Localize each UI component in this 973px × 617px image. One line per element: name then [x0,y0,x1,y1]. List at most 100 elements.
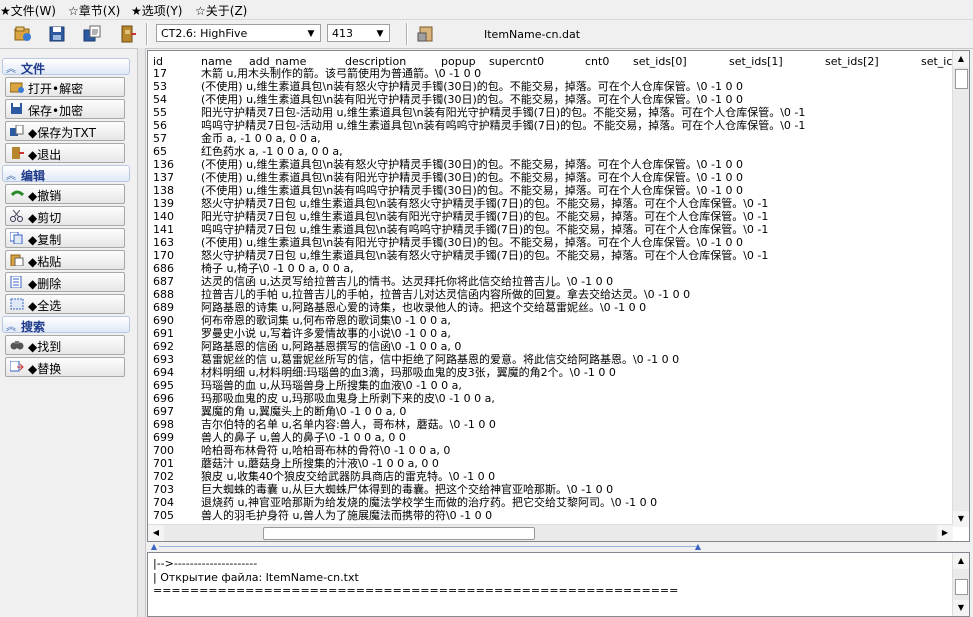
version-select-value: CT2.6: HighFive [161,27,248,40]
text-editor[interactable]: id name add_name description popup super… [147,50,970,542]
editor-horizontal-scrollbar[interactable]: ◀ ▶ [148,524,953,541]
scroll-down-icon[interactable]: ▼ [953,511,969,527]
replace-label: ◆替换 [28,362,62,376]
row-text: 怒火守护精灵7日包 u,维生素道具包\n装有怒火守护精灵手镯(7日)的包。不能交… [201,197,769,210]
table-row[interactable]: 138 (不使用) u,维生素道具包\n装有呜呜守护精灵手镯(30日)的包。不能交… [153,184,953,197]
table-row[interactable]: 57 金币 a, -1 0 0 a, 0 0 a, [153,132,953,145]
table-row[interactable]: 694 材料明细 u,材料明细:玛瑙兽的血3滴，玛那吸血鬼的皮3张，翼魔的角2个。… [153,366,953,379]
delete-button[interactable]: ◆删除 [5,272,125,292]
row-text: (不使用) u,维生素道具包\n装有怒火守护精灵手镯(30日)的包。不能交易，掉… [201,80,743,93]
number-select[interactable]: 413 ▼ [327,24,390,42]
table-row[interactable]: 136 (不使用) u,维生素道具包\n装有怒火守护精灵手镯(30日)的包。不能交… [153,158,953,171]
table-row[interactable]: 170 怒火守护精灵7日包 u,维生素道具包\n装有怒火守护精灵手镯(7日)的包。… [153,249,953,262]
row-id: 53 [153,80,167,93]
editor-vertical-scrollbar[interactable]: ▲ ▼ [952,51,969,527]
open-icon[interactable] [13,24,33,44]
chevron-up-icon: ︽ [6,171,16,182]
menu-chapter[interactable]: ☆章节(X) [68,2,120,19]
row-text: (不使用) u,维生素道具包\n装有阳光守护精灵手镯(30日)的包。不能交易，掉… [201,171,743,184]
menu-file[interactable]: ★文件(W) [0,2,56,19]
table-row[interactable]: 137 (不使用) u,维生素道具包\n装有阳光守护精灵手镯(30日)的包。不能交… [153,171,953,184]
copy-button[interactable]: ◆复制 [5,228,125,248]
row-text: 阿路基恩的诗集 u,阿路基恩心爱的诗集，也收录他人的诗。把这个交给葛雷妮丝。\0… [201,301,647,314]
table-row[interactable]: 54 (不使用) u,维生素道具包\n装有阳光守护精灵手镯(30日)的包。不能交易… [153,93,953,106]
table-row[interactable]: 163 (不使用) u,维生素道具包\n装有阳光守护精灵手镯(30日)的包。不能交… [153,236,953,249]
scroll-thumb[interactable] [263,527,535,540]
save-as-txt-button[interactable]: ◆保存为TXT [5,121,125,141]
save-as-txt-icon[interactable] [82,24,102,44]
find-button[interactable]: ◆找到 [5,335,125,355]
table-row[interactable]: 691 罗曼史小说 u,写着许多爱情故事的小说\0 -1 0 0 a, [153,327,953,340]
paste-button[interactable]: ◆粘贴 [5,250,125,270]
vertical-splitter[interactable] [137,48,146,617]
table-row[interactable]: 17 木箭 u,用木头制作的箭。该弓箭使用为普通箭。\0 -1 0 0 [153,67,953,80]
section-search-header[interactable]: ︽ 搜索 [2,316,130,334]
table-row[interactable]: 696 玛那吸血鬼的皮 u,玛那吸血鬼身上所剥下来的皮\0 -1 0 0 a, [153,392,953,405]
table-row[interactable]: 699 兽人的鼻子 u,兽人的鼻子\0 -1 0 0 a, 0 0 [153,431,953,444]
section-edit-header[interactable]: ︽ 编辑 [2,165,130,183]
save-encrypt-button[interactable]: 保存•加密 [5,99,125,119]
table-row[interactable]: 65 红色药水 a, -1 0 0 a, 0 0 a, [153,145,953,158]
table-row[interactable]: 55 阳光守护精灵7日包-活动用 u,维生素道具包\n装有阳光守护精灵手镯(7日)… [153,106,953,119]
table-row[interactable]: 141 呜呜守护精灵7日包 u,维生素道具包\n装有呜呜守护精灵手镯(7日)的包。… [153,223,953,236]
row-text: 罗曼史小说 u,写着许多爱情故事的小说\0 -1 0 0 a, [201,327,451,340]
select-all-button[interactable]: ◆全选 [5,294,125,314]
binoculars-icon [10,339,24,351]
table-row[interactable]: 705 兽人的羽毛护身符 u,兽人为了施展魔法而携带的符\0 -1 0 0 [153,509,953,522]
table-row[interactable]: 689 阿路基恩的诗集 u,阿路基恩心爱的诗集，也收录他人的诗。把这个交给葛雷妮丝… [153,301,953,314]
delete-label: ◆删除 [28,277,62,291]
table-row[interactable]: 690 何布帝恩的歌词集 u,何布帝恩的歌词集\0 -1 0 0 a, [153,314,953,327]
log-vertical-scrollbar[interactable]: ▲ ▼ [952,553,969,616]
table-row[interactable]: 53 (不使用) u,维生素道具包\n装有怒火守护精灵手镯(30日)的包。不能交易… [153,80,953,93]
table-row[interactable]: 686 椅子 u,椅子\0 -1 0 0 a, 0 0 a, [153,262,953,275]
row-text: 退烧药 u,神官亚哈那斯为给发烧的魔法学校学生而做的治疗药。把它交给艾黎阿司。\… [201,496,658,509]
table-row[interactable]: 140 阳光守护精灵7日包 u,维生素道具包\n装有阳光守护精灵手镯(7日)的包。… [153,210,953,223]
scroll-up-icon[interactable]: ▲ [953,51,969,67]
menu-options[interactable]: ★选项(Y) [131,2,182,19]
row-id: 698 [153,418,174,431]
table-row[interactable]: 698 吉尔伯特的名单 u,名单内容:兽人，哥布林，蘑菇。\0 -1 0 0 [153,418,953,431]
row-text: 葛雷妮丝的信 u,葛雷妮丝所写的信，信中拒绝了阿路基恩的爱意。将此信交给阿路基恩… [201,353,680,366]
scroll-thumb[interactable] [955,69,968,89]
row-id: 694 [153,366,174,379]
scroll-down-icon[interactable]: ▼ [953,600,969,616]
scroll-left-icon[interactable]: ◀ [148,525,164,541]
exit-button[interactable]: ◆退出 [5,143,125,163]
table-row[interactable]: 697 翼魔的角 u,翼魔头上的断角\0 -1 0 0 a, 0 [153,405,953,418]
table-row[interactable]: 139 怒火守护精灵7日包 u,维生素道具包\n装有怒火守护精灵手镯(7日)的包。… [153,197,953,210]
table-row[interactable]: 701 蘑菇汁 u,蘑菇身上所搜集的汁液\0 -1 0 0 a, 0 0 [153,457,953,470]
scroll-thumb[interactable] [955,579,968,595]
table-row[interactable]: 703 巨大蜘蛛的毒囊 u,从巨大蜘蛛尸体得到的毒囊。把这个交给神官亚哈那斯。\0… [153,483,953,496]
table-row[interactable]: 704 退烧药 u,神官亚哈那斯为给发烧的魔法学校学生而做的治疗药。把它交给艾黎阿… [153,496,953,509]
undo-icon [10,188,25,200]
row-text: 兽人的鼻子 u,兽人的鼻子\0 -1 0 0 a, 0 0 [201,431,406,444]
log-line: | Открытие файла: ItemName-cn.txt [153,571,359,584]
replace-button[interactable]: ◆替换 [5,357,125,377]
find-label: ◆找到 [28,340,62,354]
table-row[interactable]: 56 呜呜守护精灵7日包-活动用 u,维生素道具包\n装有呜呜守护精灵手镯(7日)… [153,119,953,132]
undo-button[interactable]: ◆撤销 [5,184,125,204]
exit-icon[interactable] [118,24,138,44]
table-row[interactable]: 695 玛瑙兽的血 u,从玛瑙兽身上所搜集的血液\0 -1 0 0 a, [153,379,953,392]
row-text: 阳光守护精灵7日包 u,维生素道具包\n装有阳光守护精灵手镯(7日)的包。不能交… [201,210,769,223]
scroll-up-icon[interactable]: ▲ [953,553,969,569]
version-select[interactable]: CT2.6: HighFive ▼ [156,24,321,42]
save-as-txt-icon [10,124,24,137]
table-row[interactable]: 702 狼皮 u,收集40个狼皮交给武器防具商店的雷克特。\0 -1 0 0 [153,470,953,483]
table-row[interactable]: 700 哈柏哥布林骨符 u,哈柏哥布林的骨符\0 -1 0 0 a, 0 [153,444,953,457]
table-row[interactable]: 687 达灵的信函 u,达灵写给拉普吉儿的情书。达灵拜托你将此信交给拉普吉儿。\0… [153,275,953,288]
menu-about[interactable]: ☆关于(Z) [195,2,247,19]
open-decrypt-button[interactable]: 打开•解密 [5,77,125,97]
scroll-right-icon[interactable]: ▶ [937,525,953,541]
table-row[interactable]: 688 拉普吉儿的手帕 u,拉普吉儿的手帕，拉普吉儿对达灵信函内容所做的回复。拿去… [153,288,953,301]
row-id: 141 [153,223,174,236]
row-text: (不使用) u,维生素道具包\n装有阳光守护精灵手镯(30日)的包。不能交易，掉… [201,236,743,249]
section-file-header[interactable]: ︽ 文件 [2,58,130,76]
save-icon[interactable] [47,24,67,44]
table-row[interactable]: 693 葛雷妮丝的信 u,葛雷妮丝所写的信，信中拒绝了阿路基恩的爱意。将此信交给阿… [153,353,953,366]
row-text: 阳光守护精灵7日包-活动用 u,维生素道具包\n装有阳光守护精灵手镯(7日)的包… [201,106,806,119]
horizontal-splitter[interactable]: ▲ ▲ [147,543,701,551]
log-panel[interactable]: |-->--------------------- | Открытие фай… [147,552,970,617]
cut-button[interactable]: ◆剪切 [5,206,125,226]
table-row[interactable]: 692 阿路基恩的信函 u,阿路基恩撰写的信函\0 -1 0 0 a, 0 [153,340,953,353]
